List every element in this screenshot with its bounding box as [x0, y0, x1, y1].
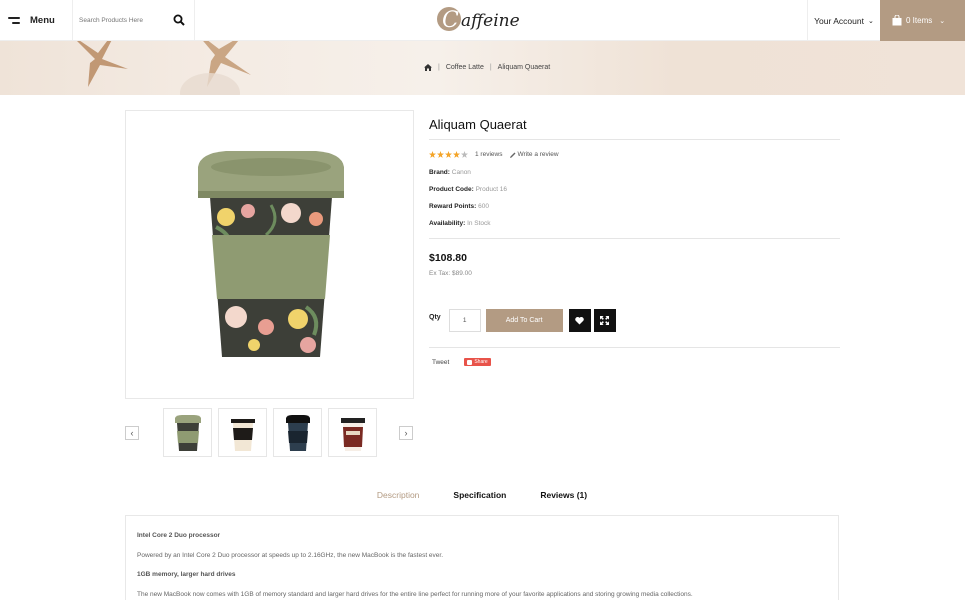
add-to-cart-row: Qty Add To Cart	[429, 309, 616, 332]
account-dropdown[interactable]: Your Account ⌄	[807, 0, 880, 41]
social-share-row: Tweet Share	[432, 358, 491, 366]
product-info: Aliquam Quaerat 1 reviews Write a review…	[429, 110, 840, 366]
star-empty-icon	[461, 151, 468, 158]
tweet-button[interactable]: Tweet	[432, 359, 449, 366]
home-icon[interactable]	[424, 64, 432, 71]
share-button[interactable]: Share	[464, 358, 491, 366]
description-heading: Intel Core 2 Duo processor	[137, 532, 221, 539]
qty-label: Qty	[429, 314, 441, 321]
description-paragraph: The new MacBook now comes with 1GB of me…	[137, 591, 693, 598]
description-paragraph: Powered by an Intel Core 2 Duo processor…	[137, 552, 444, 559]
product-price: $108.80	[429, 252, 467, 264]
cart-label: 0 Items	[906, 16, 933, 25]
star-icon	[429, 151, 436, 158]
reward-points-value: 600	[478, 203, 489, 210]
write-review-label: Write a review	[517, 151, 559, 158]
product-cup-image	[198, 151, 344, 357]
divider	[429, 238, 840, 239]
svg-text:C: C	[442, 8, 459, 33]
write-review-link[interactable]: Write a review	[510, 151, 559, 158]
qty-input[interactable]	[448, 309, 481, 332]
share-label: Share	[474, 359, 488, 365]
availability-value: In Stock	[467, 220, 491, 227]
spec-brand: Brand: Canon	[429, 169, 471, 176]
chevron-left-icon[interactable]: ‹	[125, 426, 139, 440]
site-header: Menu C affeine Your Account ⌄ 0 Items ⌄	[0, 0, 965, 41]
breadcrumb-link[interactable]: Coffee Latte	[446, 64, 484, 71]
tab-reviews[interactable]: Reviews (1)	[540, 490, 587, 516]
rating-stars	[429, 151, 469, 158]
thumbnail-4[interactable]	[328, 408, 377, 457]
product-tabs: Description Specification Reviews (1)	[125, 490, 839, 516]
product-title: Aliquam Quaerat	[429, 117, 527, 132]
menu-label: Menu	[30, 15, 55, 26]
cart-button[interactable]: 0 Items ⌄	[880, 0, 965, 41]
chevron-right-icon[interactable]: ›	[399, 426, 413, 440]
svg-text:affeine: affeine	[461, 11, 520, 31]
tab-description[interactable]: Description	[377, 490, 420, 516]
star-icon	[445, 151, 452, 158]
spec-product-code: Product Code: Product 16	[429, 186, 508, 193]
pencil-icon	[510, 152, 516, 158]
divider	[429, 139, 840, 140]
breadcrumb-separator: |	[438, 64, 440, 71]
description-panel: Intel Core 2 Duo processor Powered by an…	[125, 515, 839, 600]
breadcrumb: | Coffee Latte | Aliquam Quaerat	[424, 64, 550, 71]
ex-tax-price: Ex Tax: $89.00	[429, 270, 472, 277]
chevron-down-icon: ⌄	[939, 17, 946, 25]
thumbnail-3[interactable]	[273, 408, 322, 457]
compare-button[interactable]	[593, 309, 616, 332]
thumbnail-1[interactable]	[163, 408, 212, 457]
tab-specification[interactable]: Specification	[453, 490, 506, 516]
site-logo[interactable]: C affeine	[437, 2, 529, 39]
thumbnail-carousel: ‹ ›	[125, 408, 414, 458]
product-code-value: Product 16	[475, 186, 508, 193]
heart-icon	[575, 316, 584, 325]
star-anise-decoration	[77, 41, 128, 87]
description-heading: 1GB memory, larger hard drives	[137, 571, 236, 578]
thumbnail-2[interactable]	[218, 408, 267, 457]
rating-row: 1 reviews Write a review	[429, 151, 840, 158]
add-to-cart-button[interactable]: Add To Cart	[485, 309, 563, 332]
breadcrumb-separator: |	[489, 64, 492, 71]
star-icon	[437, 151, 444, 158]
search-input[interactable]	[73, 17, 165, 24]
breadcrumb-current: Aliquam Quaerat	[497, 64, 551, 71]
spec-availability: Availability: In Stock	[429, 220, 491, 227]
reviews-link[interactable]: 1 reviews	[475, 151, 502, 158]
search-box	[73, 0, 195, 41]
star-icon	[453, 151, 460, 158]
divider	[429, 347, 840, 348]
product-main-image[interactable]	[125, 110, 414, 399]
spec-reward-points: Reward Points: 600	[429, 203, 489, 210]
chevron-down-icon: ⌄	[867, 17, 874, 25]
brand-value[interactable]: Canon	[452, 169, 471, 176]
search-icon[interactable]	[173, 14, 185, 26]
menu-button[interactable]: Menu	[0, 0, 73, 41]
account-label: Your Account	[814, 15, 864, 26]
share-icon	[467, 359, 473, 365]
shopping-bag-icon	[892, 15, 902, 26]
wishlist-button[interactable]	[568, 309, 591, 332]
hamburger-icon	[8, 16, 20, 25]
expand-icon	[600, 316, 610, 325]
